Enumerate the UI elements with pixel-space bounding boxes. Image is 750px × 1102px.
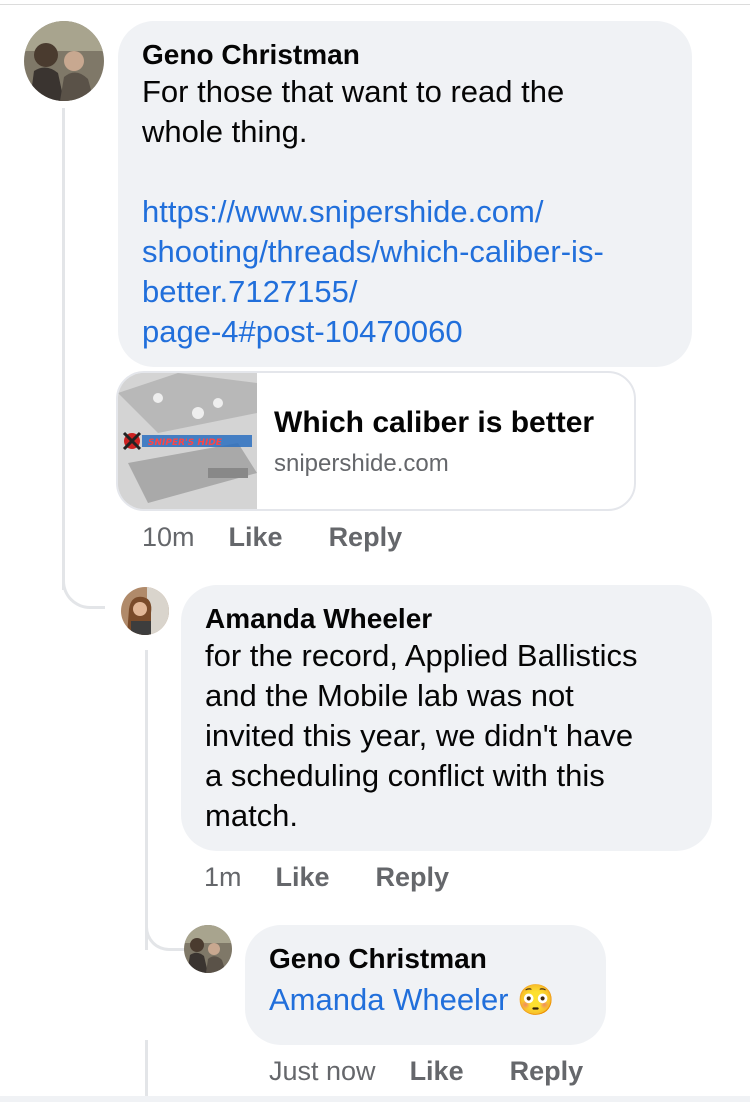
comment-actions: Just now Like Reply: [269, 1056, 629, 1087]
comment-text: for the record, Applied Ballistics and t…: [205, 638, 638, 833]
comment-text: For those that want to read the whole th…: [142, 72, 668, 352]
thread-line-curve-1: [62, 570, 105, 609]
avatar-geno-christman[interactable]: [24, 21, 104, 101]
like-button[interactable]: Like: [276, 862, 330, 893]
reply-button[interactable]: Reply: [329, 522, 403, 553]
comment-author[interactable]: Geno Christman: [269, 942, 582, 976]
link-preview-domain: snipershide.com: [274, 450, 449, 477]
reply-button[interactable]: Reply: [510, 1056, 584, 1087]
like-button[interactable]: Like: [229, 522, 283, 553]
comment-actions: 1m Like Reply: [204, 862, 495, 893]
comment-time[interactable]: Just now: [269, 1056, 376, 1087]
link-preview-thumbnail: SNIPER'S HIDE: [118, 373, 257, 509]
link-preview-title: Which caliber is better: [274, 406, 595, 439]
thread-line-tail: [145, 1040, 148, 1102]
preview-logo-text: SNIPER'S HIDE: [148, 438, 223, 448]
comment-bubble-3: Geno Christman Amanda Wheeler 😳: [245, 925, 606, 1045]
thread-line-curve-2: [145, 918, 186, 951]
comment-actions: 10m Like Reply: [142, 522, 448, 553]
top-divider: [0, 4, 750, 5]
comment-author[interactable]: Amanda Wheeler: [205, 602, 688, 636]
comment-author[interactable]: Geno Christman: [142, 38, 668, 72]
thread-line-main: [62, 108, 65, 590]
link-preview-card[interactable]: SNIPER'S HIDE Which caliber is better sn…: [116, 371, 636, 511]
comment-time[interactable]: 1m: [204, 862, 242, 893]
reply-button[interactable]: Reply: [376, 862, 450, 893]
comment-bubble-1: Geno Christman For those that want to re…: [118, 21, 692, 367]
bottom-bar: [0, 1096, 750, 1102]
thread-line-sub: [145, 650, 148, 950]
like-button[interactable]: Like: [410, 1056, 464, 1087]
comment-bubble-2: Amanda Wheeler for the record, Applied B…: [181, 585, 712, 851]
comment-time[interactable]: 10m: [142, 522, 195, 553]
comment-link[interactable]: https://www.snipershide.com/ shooting/th…: [142, 192, 668, 352]
flushed-face-emoji-icon: 😳: [517, 984, 555, 1017]
comment-text: Amanda Wheeler 😳: [269, 980, 582, 1021]
mention-link[interactable]: Amanda Wheeler: [269, 982, 509, 1017]
avatar-geno-christman[interactable]: [184, 925, 232, 973]
avatar-amanda-wheeler[interactable]: [121, 587, 169, 635]
